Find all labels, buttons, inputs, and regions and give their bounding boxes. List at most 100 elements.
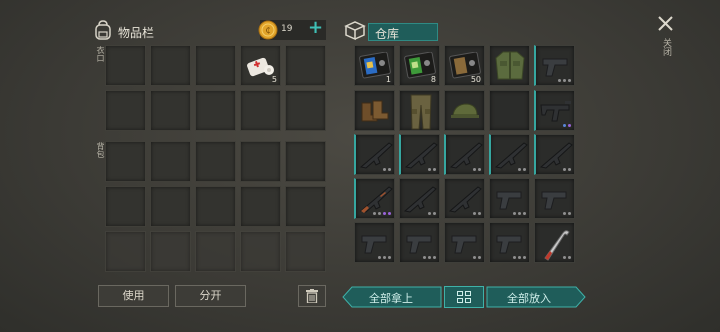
item-count: 8	[430, 75, 436, 84]
backpack-slot[interactable]	[195, 141, 236, 182]
warehouse-slot[interactable]	[534, 90, 575, 131]
coin-count: 19	[281, 24, 293, 34]
backpack-slot[interactable]	[105, 141, 146, 182]
backpack-slot[interactable]	[150, 186, 191, 227]
put-all-button[interactable]: 全部放入	[486, 286, 586, 308]
smg-icon	[540, 101, 571, 122]
pistol-icon	[541, 191, 567, 210]
add-coins-button[interactable]: +	[308, 17, 323, 38]
warehouse-slot[interactable]	[489, 178, 530, 219]
pistol-icon	[542, 58, 568, 77]
warehouse-slot[interactable]	[534, 178, 575, 219]
pocket-slot[interactable]	[195, 45, 236, 86]
warehouse-slot[interactable]	[444, 90, 485, 131]
backpack-slot[interactable]	[105, 186, 146, 227]
rarity-dots	[563, 212, 571, 215]
warehouse-slot[interactable]	[444, 134, 485, 175]
warehouse-slot[interactable]	[399, 178, 440, 219]
warehouse-slot[interactable]	[489, 222, 530, 263]
warehouse-slot[interactable]	[354, 90, 395, 131]
take-all-button[interactable]: 全部拿上	[342, 286, 442, 308]
rarity-dots	[473, 212, 481, 215]
trash-icon	[306, 289, 318, 303]
warehouse-title: 仓库	[375, 27, 400, 41]
trash-button[interactable]	[298, 285, 326, 307]
warehouse-slot[interactable]	[399, 134, 440, 175]
warehouse-slot[interactable]	[534, 222, 575, 263]
rarity-dots	[378, 256, 391, 259]
military-cap-icon	[451, 103, 479, 118]
warehouse-slot[interactable]	[489, 45, 530, 86]
put-all-label: 全部放入	[507, 292, 551, 305]
pocket-slot[interactable]	[285, 45, 326, 86]
split-button[interactable]: 分开	[175, 285, 246, 307]
warehouse-slot[interactable]	[489, 134, 530, 175]
backpack-slot[interactable]	[240, 186, 281, 227]
locked-slot	[105, 231, 146, 272]
pistol-icon	[496, 191, 522, 210]
pistol-icon	[451, 235, 477, 254]
ak-rifle-icon	[359, 186, 393, 213]
pocket-slot[interactable]	[105, 90, 146, 131]
rarity-dots	[513, 256, 526, 259]
assault-rifle-icon	[359, 142, 393, 169]
rarity-dots	[558, 79, 571, 82]
close-icon	[658, 16, 673, 31]
warehouse-slot[interactable]	[534, 134, 575, 175]
close-label: 关闭	[661, 38, 671, 56]
warehouse-slot[interactable]	[354, 134, 395, 175]
warehouse-slot[interactable]: 1	[354, 45, 395, 86]
pocket-slot[interactable]	[285, 90, 326, 131]
rarity-dots	[473, 256, 481, 259]
pocket-slot[interactable]	[195, 90, 236, 131]
backpack-slot[interactable]	[150, 141, 191, 182]
sort-button[interactable]	[444, 286, 484, 308]
svg-text:₵: ₵	[265, 26, 270, 35]
backpack-icon	[95, 20, 111, 40]
pistol-icon	[361, 235, 387, 254]
pocket-slot[interactable]	[240, 90, 281, 131]
item-count: 1	[385, 75, 391, 84]
pocket-slot[interactable]: 5	[240, 45, 281, 86]
warehouse-slot[interactable]	[444, 222, 485, 263]
warehouse-slot[interactable]	[534, 45, 575, 86]
take-all-label: 全部拿上	[369, 292, 413, 305]
boots-icon	[361, 100, 389, 122]
backpack-slot[interactable]	[240, 141, 281, 182]
pocket-slot[interactable]	[150, 45, 191, 86]
rarity-dots	[563, 168, 571, 171]
warehouse-slot[interactable]	[354, 178, 395, 219]
pistol-icon	[406, 235, 432, 254]
use-button[interactable]: 使用	[98, 285, 169, 307]
warehouse-slot[interactable]: 50	[444, 45, 485, 86]
rarity-dots	[373, 212, 391, 215]
locked-slot	[195, 231, 236, 272]
assault-rifle-icon	[494, 142, 528, 169]
assault-rifle-icon	[539, 142, 573, 169]
backpack-slot[interactable]	[285, 186, 326, 227]
inventory-title: 物品栏	[118, 26, 155, 40]
warehouse-slot[interactable]	[444, 178, 485, 219]
coin-counter: ₵ 19 +	[258, 17, 326, 40]
warehouse-slot[interactable]	[489, 90, 530, 131]
pocket-slot[interactable]	[150, 90, 191, 131]
rarity-dots	[428, 168, 436, 171]
rarity-dots	[423, 256, 436, 259]
rarity-dots	[428, 212, 436, 215]
close-button[interactable]: 关闭	[652, 14, 678, 66]
locked-slot	[150, 231, 191, 272]
rarity-dots	[563, 256, 571, 259]
backpack-slot[interactable]	[285, 141, 326, 182]
pistol-icon	[496, 235, 522, 254]
warehouse-slot[interactable]	[399, 90, 440, 131]
warehouse-slot[interactable]	[354, 222, 395, 263]
warehouse-slot[interactable]	[399, 222, 440, 263]
assault-rifle-icon	[448, 186, 482, 213]
rarity-dots	[513, 212, 526, 215]
pocket-slot[interactable]	[105, 45, 146, 86]
backpack-slot[interactable]	[195, 186, 236, 227]
item-count: 5	[271, 75, 277, 84]
warehouse-slot[interactable]: 8	[399, 45, 440, 86]
locked-slot	[285, 231, 326, 272]
box-icon	[344, 21, 366, 41]
